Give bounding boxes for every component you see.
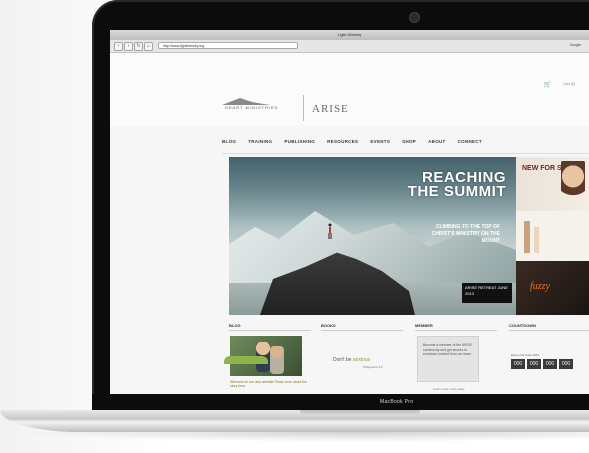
quote-prefix: Don't be [333, 357, 353, 363]
side-panel-fuzzy[interactable]: fuzzy [516, 261, 589, 315]
search-field[interactable]: Google [570, 43, 581, 47]
nav-item-shop[interactable]: SHOP [402, 139, 416, 151]
blog-heading: BLOG [229, 323, 241, 328]
laptop-base [0, 410, 589, 432]
books-column: BOOKS Don't be anxious Philippians 4:6 [321, 323, 407, 393]
countdown-seconds: 000 [559, 359, 573, 369]
laptop-screen: Light Ministry ‹ › ↻ ⌂ http://www.lightm… [110, 30, 589, 394]
side-panel-product[interactable] [516, 211, 589, 261]
nav-item-publishing[interactable]: PUBLISHING [284, 139, 315, 151]
side-panel-fuzzy-text: fuzzy [530, 281, 550, 292]
member-column: MEMBER Become a member of the ARISE comm… [415, 323, 501, 393]
books-quote: Don't be anxious [333, 357, 370, 363]
hero-banner[interactable]: REACHING THE SUMMIT CLIMBING TO THE TOP … [229, 157, 516, 315]
hero-subtitle: CLIMBING TO THE TOP OF CHRIST'S MINISTRY… [431, 224, 500, 244]
content-columns: BLOG Welcome to our new website! Read mo… [229, 323, 589, 393]
browser-toolbar: ‹ › ↻ ⌂ http://www.lightministry.org Goo… [110, 40, 589, 53]
hero-badge[interactable]: ARISE RETREAT JUNE 2013 [462, 283, 512, 303]
quote-highlight: anxious [352, 357, 371, 363]
nav-item-blog[interactable]: BLOG [222, 139, 236, 151]
camera-icon [409, 12, 420, 23]
column-divider [415, 330, 497, 331]
site-header: HEART MINISTRIES ARISE 🛒 Cart (0) [110, 53, 589, 125]
logo-divider [303, 95, 304, 121]
countdown-timer: 000 000 000 000 [511, 359, 573, 369]
logo-mountain-icon [222, 98, 270, 105]
portrait-image [561, 161, 585, 205]
nav-item-about[interactable]: ABOUT [428, 139, 446, 151]
hero-title-line2: THE SUMMIT [407, 183, 506, 200]
blog-caption[interactable]: Welcome to our new website! Read more ab… [230, 380, 310, 388]
url-field[interactable]: http://www.lightministry.org [158, 42, 298, 49]
countdown-label: Days until Arise 2013 [511, 353, 540, 357]
product-image-secondary [534, 227, 539, 253]
climber-figure [328, 223, 332, 239]
window-titlebar: Light Ministry [110, 30, 589, 40]
nav-item-training[interactable]: TRAINING [248, 139, 272, 151]
nav-item-connect[interactable]: CONNECT [458, 139, 482, 151]
nav-item-resources[interactable]: RESOURCES [327, 139, 358, 151]
laptop-bezel [92, 394, 589, 410]
web-page: HEART MINISTRIES ARISE 🛒 Cart (0) BLOG T… [110, 53, 589, 394]
member-link[interactable]: Learn more / Join today [433, 387, 465, 391]
reload-icon[interactable]: ↻ [134, 42, 143, 51]
quote-reference: Philippians 4:6 [363, 365, 383, 369]
countdown-days: 000 [511, 359, 525, 369]
member-heading: MEMBER [415, 323, 433, 328]
column-divider [321, 330, 403, 331]
laptop-brand: MacBook Pro [380, 399, 414, 405]
countdown-column: COUNTDOWN Days until Arise 2013 000 000 … [509, 323, 589, 393]
books-heading: BOOKS [321, 323, 336, 328]
countdown-minutes: 000 [543, 359, 557, 369]
nav-item-events[interactable]: EVENTS [370, 139, 390, 151]
side-panels: NEW FOR SPRING fuzzy [516, 157, 589, 315]
side-panel-spring[interactable]: NEW FOR SPRING [516, 157, 589, 211]
member-description: Become a member of the ARISE community a… [417, 336, 479, 382]
site-logo[interactable]: HEART MINISTRIES [225, 105, 278, 110]
product-image [524, 221, 530, 253]
countdown-hours: 000 [527, 359, 541, 369]
main-nav: BLOG TRAINING PUBLISHING RESOURCES EVENT… [222, 139, 482, 151]
footer-tab[interactable] [224, 356, 268, 364]
cart-label[interactable]: Cart (0) [563, 82, 575, 86]
home-icon[interactable]: ⌂ [144, 42, 153, 51]
cart-icon[interactable]: 🛒 [544, 81, 551, 88]
laptop-notch [300, 410, 420, 416]
forward-icon[interactable]: › [124, 42, 133, 51]
countdown-heading: COUNTDOWN [509, 323, 536, 328]
back-icon[interactable]: ‹ [114, 42, 123, 51]
brand-logo[interactable]: ARISE [312, 103, 349, 115]
laptop-shadow [10, 432, 589, 442]
nav-divider [222, 153, 589, 154]
column-divider [229, 330, 311, 331]
blog-thumbnail-person-2 [270, 346, 284, 374]
hero-title: REACHING THE SUMMIT [407, 170, 506, 200]
column-divider [509, 330, 589, 331]
